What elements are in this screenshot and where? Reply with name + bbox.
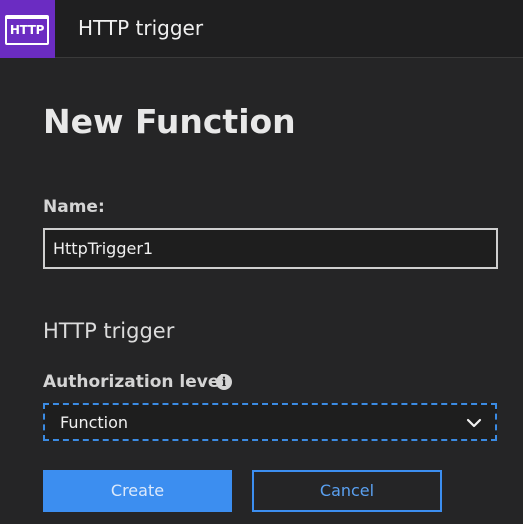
cancel-button[interactable]: Cancel <box>252 470 442 512</box>
new-function-panel: HTTP HTTP trigger New Function Name: HTT… <box>0 0 523 524</box>
http-logo-text: HTTP <box>9 23 45 37</box>
page-title: New Function <box>43 102 296 141</box>
authorization-level-value: Function <box>60 413 129 432</box>
name-label: Name: <box>43 197 105 217</box>
create-button[interactable]: Create <box>43 470 232 512</box>
header-bar: HTTP HTTP trigger <box>0 0 523 58</box>
authorization-level-select[interactable]: Function <box>43 403 497 441</box>
http-trigger-icon: HTTP <box>0 0 55 58</box>
template-section-title: HTTP trigger <box>43 319 175 343</box>
header-title: HTTP trigger <box>78 16 204 40</box>
name-input[interactable] <box>43 228 498 269</box>
chevron-down-icon <box>466 418 482 428</box>
info-icon[interactable]: i <box>216 374 232 390</box>
authorization-level-label: Authorization level <box>43 372 226 392</box>
http-logo-frame: HTTP <box>5 15 49 45</box>
